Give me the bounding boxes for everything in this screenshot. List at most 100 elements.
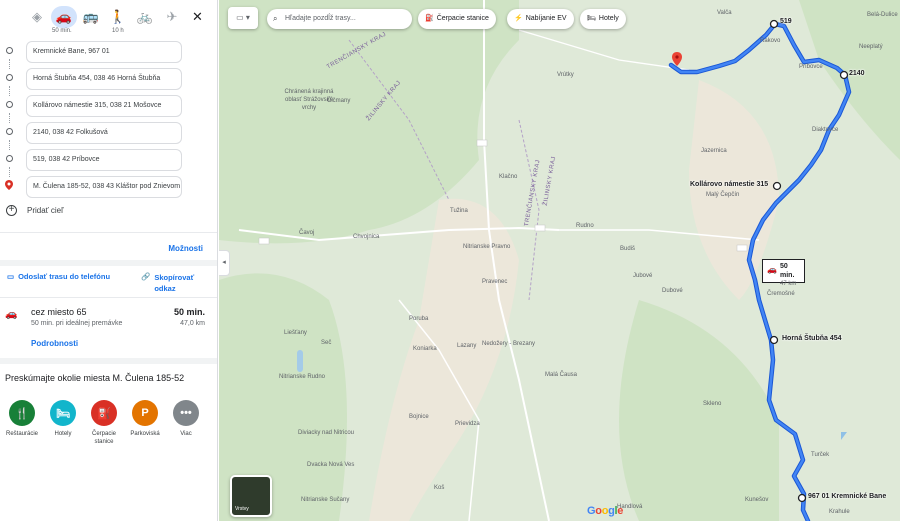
place-label: Nitrianske Sučany: [301, 497, 350, 503]
stop-input-1[interactable]: Kremnické Bane, 967 01: [26, 41, 182, 63]
place-label: Neeplatý: [859, 44, 883, 50]
map-canvas[interactable]: ▭ ▾ ⌕ Hľadajte pozdĺž trasy... ⛽ Čerpacie…: [219, 0, 900, 521]
place-label: Čremošné: [767, 291, 795, 297]
place-label: Vrútky: [557, 72, 574, 78]
chip-gas-stations[interactable]: ⛽ Čerpacie stanice: [418, 9, 496, 29]
connector-dots: [9, 167, 10, 177]
search-along-route-input[interactable]: ⌕ Hľadajte pozdĺž trasy...: [267, 9, 412, 29]
layers-dropdown-button[interactable]: ▭ ▾: [228, 7, 258, 29]
add-destination-label: Pridať cieľ: [27, 206, 64, 215]
category-label: Parkoviská: [130, 431, 160, 437]
route-callout-distance: 47 km: [780, 281, 797, 287]
copy-link-label: Skopírovať odkaz: [154, 273, 195, 293]
category-more[interactable]: ••• Viac: [168, 400, 204, 438]
place-label: Dubové: [662, 288, 683, 294]
place-label: Bojnice: [409, 414, 429, 420]
connector-dots: [9, 140, 10, 150]
search-placeholder: Hľadajte pozdĺž trasy...: [285, 15, 356, 22]
route-subtitle: 50 min. pri ideálnej premávke: [31, 320, 123, 327]
directions-panel: ◈ 🚗 50 min. 🚌 🚶 10 h 🚲 ✈ ✕ Kremnické Ban…: [0, 0, 218, 521]
walking-time: 10 h: [112, 28, 124, 34]
collapse-panel-button[interactable]: ◂: [219, 250, 230, 276]
diamond-directions-icon[interactable]: ◈: [24, 6, 50, 28]
category-label: Čerpacie stanice: [91, 431, 116, 445]
place-label: Chvojnica: [353, 234, 380, 240]
place-label: Diaktovce: [812, 127, 839, 133]
place-label: Koniarka: [413, 346, 437, 352]
section-divider: [0, 358, 217, 364]
route-title: cez miesto 65: [31, 307, 87, 317]
waypoint-circle-icon: [6, 74, 13, 81]
copy-link-button[interactable]: 🔗 Skopírovať odkaz: [141, 272, 211, 294]
waypoint-circle-icon: [6, 101, 13, 108]
plane-icon[interactable]: ✈: [159, 6, 185, 28]
bike-icon[interactable]: 🚲: [132, 6, 158, 28]
chip-hotels[interactable]: 🛏 Hotely: [580, 9, 626, 29]
section-divider: [0, 260, 217, 266]
place-label: Rudno: [576, 223, 594, 229]
stop-input-3[interactable]: Kollárovo námestie 315, 038 21 Mošovce: [26, 95, 182, 117]
category-restaurants[interactable]: 🍴 Reštaurácie: [4, 400, 40, 438]
close-icon[interactable]: ✕: [192, 9, 203, 25]
car-icon: 🚗: [767, 265, 777, 274]
stop-input-6[interactable]: M. Čulena 185-52, 038 43 Kláštor pod Zni…: [26, 176, 182, 198]
place-label: Poruba: [409, 316, 429, 322]
route-info-callout[interactable]: 🚗 50 min. 47 km: [762, 259, 805, 287]
options-button[interactable]: Možnosti: [168, 244, 203, 253]
category-gas[interactable]: ⛽ Čerpacie stanice: [86, 400, 122, 446]
place-label: Malý Čepčín: [706, 192, 740, 198]
connector-dots: [9, 86, 10, 96]
chip-label: Hotely: [598, 15, 619, 22]
car-icon[interactable]: 🚗: [51, 6, 77, 28]
stop-input-4[interactable]: 2140, 038 42 Folkušová: [26, 122, 182, 144]
route-distance: 47,0 km: [180, 320, 205, 327]
stop-input-5[interactable]: 519, 038 42 Príbovce: [26, 149, 182, 171]
bed-icon: 🛏: [587, 15, 596, 22]
send-to-phone-label: Odoslať trasu do telefónu: [18, 272, 111, 281]
stop-input-2[interactable]: Horná Štubňa 454, 038 46 Horná Štubňa: [26, 68, 182, 90]
place-label: Čičmany: [327, 98, 351, 104]
divider: [0, 297, 217, 298]
place-label: Lazany: [457, 343, 477, 349]
place-label: Skleno: [703, 401, 722, 407]
app-window: ◈ 🚗 50 min. 🚌 🚶 10 h 🚲 ✈ ✕ Kremnické Ban…: [0, 0, 900, 521]
place-label: Seč: [321, 340, 332, 346]
chip-ev-charging[interactable]: ⚡ Nabíjanie EV: [507, 9, 574, 29]
driving-time: 50 min.: [52, 28, 72, 34]
category-label: Viac: [180, 431, 192, 437]
place-label: Dvacka Nová Ves: [307, 462, 355, 468]
place-label: Diviacky nad Nitricou: [298, 430, 355, 436]
waypoint-circle-icon: [6, 128, 13, 135]
category-label: Reštaurácie: [5, 431, 38, 437]
place-label: Jazernica: [701, 148, 727, 154]
travel-mode-bar: ◈ 🚗 50 min. 🚌 🚶 10 h 🚲 ✈ ✕: [0, 0, 217, 36]
satellite-label: Vrstvy: [235, 506, 249, 512]
category-hotels[interactable]: 🛏 Hotely: [45, 400, 81, 438]
waypoint-label[interactable]: 519: [780, 18, 792, 25]
place-label: Liešťany: [284, 330, 307, 336]
waypoint-label[interactable]: 2140: [849, 70, 865, 77]
divider: [0, 232, 217, 233]
category-parking[interactable]: P Parkoviská: [127, 400, 163, 438]
route-option[interactable]: 🚗 cez miesto 65 50 min. 50 min. pri ideá…: [0, 303, 217, 358]
gas-pump-icon: ⛽: [91, 400, 117, 426]
waypoint-label[interactable]: Horná Štubňa 454: [782, 335, 842, 342]
place-label: Malá Čausa: [545, 372, 578, 378]
place-label: Budiš: [620, 246, 636, 252]
place-label: Rakovo: [760, 38, 781, 44]
ev-charging-icon: ⚡: [514, 15, 523, 22]
search-icon: ⌕: [273, 14, 278, 23]
bus-icon[interactable]: 🚌: [78, 6, 104, 28]
add-destination-button[interactable]: + Pridať cieľ: [6, 205, 63, 216]
satellite-layer-toggle[interactable]: Vrstvy: [230, 475, 272, 517]
place-label: Príbovce: [799, 64, 823, 70]
details-button[interactable]: Podrobnosti: [31, 339, 78, 348]
waypoint-label[interactable]: Kollárovo námestie 315: [690, 181, 768, 188]
waypoint-label[interactable]: 967 01 Kremnické Bane: [808, 493, 886, 500]
chip-label: Nabíjanie EV: [525, 15, 567, 22]
place-label: Nedožery - Brezany: [482, 341, 536, 347]
place-label: Jubové: [633, 273, 653, 279]
walk-icon[interactable]: 🚶: [105, 6, 131, 28]
send-to-phone-button[interactable]: ▭ Odoslať trasu do telefónu: [7, 272, 110, 281]
place-label: Prievidza: [455, 421, 480, 427]
